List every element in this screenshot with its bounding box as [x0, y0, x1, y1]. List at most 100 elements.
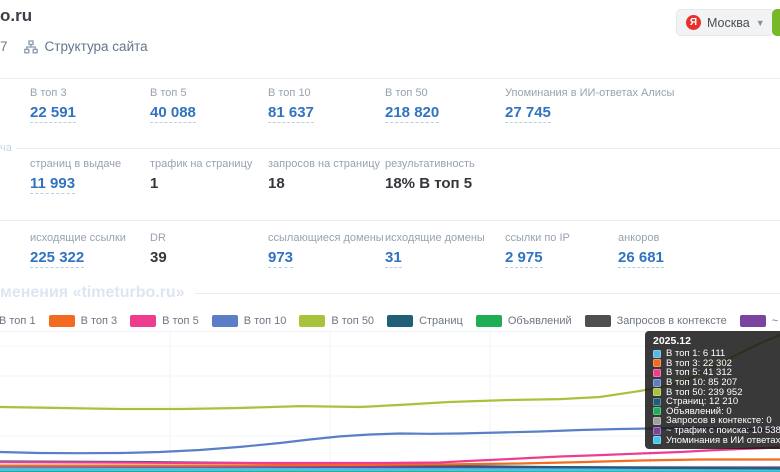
- tooltip-swatch: [653, 398, 661, 406]
- tooltip-swatch: [653, 417, 661, 425]
- legend-item[interactable]: Объявлений: [476, 315, 572, 327]
- stat-value[interactable]: 22 591: [30, 104, 76, 123]
- stat-value: 1: [150, 175, 158, 192]
- legend-label: Страниц: [419, 315, 463, 327]
- legend-swatch: [740, 315, 766, 327]
- stat-value: 18% В топ 5: [385, 175, 472, 192]
- structure-link-label: Структура сайта: [45, 39, 148, 54]
- legend-label: Объявлений: [508, 315, 572, 327]
- stat-card: В топ 3 22 591: [30, 87, 150, 123]
- tooltip-row: Упоминания в ИИ ответах Алисы: 25 1: [653, 435, 780, 445]
- stat-card: ссылающиеся домены973: [268, 232, 385, 268]
- stat-value[interactable]: 40 088: [150, 104, 196, 123]
- stat-value[interactable]: 225 322: [30, 249, 84, 268]
- stat-card: ссылки по IP 2 975: [505, 232, 618, 268]
- site-title: o.ru: [0, 6, 32, 26]
- stat-value[interactable]: 2 975: [505, 249, 543, 268]
- tooltip-swatch: [653, 427, 661, 435]
- legend-swatch: [476, 315, 502, 327]
- header-divider: [0, 78, 780, 79]
- stat-label: В топ 3: [30, 87, 150, 99]
- legend-item[interactable]: Страниц: [387, 315, 463, 327]
- stat-label: страниц в выдаче: [30, 158, 150, 170]
- stat-card: В топ 50218 820: [385, 87, 505, 123]
- stats-row-pages: страниц в выдаче 11 993 трафик на страницу…: [30, 158, 780, 194]
- divider-line: [16, 148, 780, 149]
- stat-label: запросов на страницу: [268, 158, 385, 170]
- legend-swatch: [130, 315, 156, 327]
- legend-label: В топ 1: [0, 315, 36, 327]
- stat-card: исходящие домены 31: [385, 232, 505, 268]
- stat-label: исходящие ссылки: [30, 232, 150, 244]
- legend-item[interactable]: ~ трафик с поиска: [740, 315, 780, 327]
- changes-section-header: менения «timeturbo.ru»: [0, 284, 780, 302]
- stat-card: страниц в выдаче 11 993: [30, 158, 150, 194]
- legend-item[interactable]: В топ 3: [49, 315, 118, 327]
- sitemap-icon: [24, 40, 38, 54]
- legend-item[interactable]: Запросов в контексте: [585, 315, 727, 327]
- stat-value[interactable]: 26 681: [618, 249, 664, 268]
- legend-item[interactable]: В топ 1: [0, 315, 36, 327]
- stat-label: анкоров: [618, 232, 780, 244]
- stat-value[interactable]: 27 745: [505, 104, 551, 123]
- changes-section-title: менения «timeturbo.ru»: [0, 284, 185, 302]
- section-label-partial: ча: [0, 143, 12, 154]
- stat-label: результативность: [385, 158, 505, 170]
- stat-label: Упоминания в ИИ-ответах Алисы: [505, 87, 618, 99]
- stat-label: ссылки по IP: [505, 232, 618, 244]
- region-selector-button[interactable]: Я Москва ▼: [676, 9, 775, 36]
- legend-label: Запросов в контексте: [617, 315, 727, 327]
- legend-swatch: [299, 315, 325, 327]
- stat-value: 39: [150, 249, 167, 266]
- legend-label: В топ 3: [81, 315, 118, 327]
- stat-value: 18: [268, 175, 285, 192]
- stat-label: DR: [150, 232, 268, 244]
- divider-line: [195, 293, 780, 294]
- chart-legend: В топ 1 В топ 3 В топ 5 В топ 10 В топ 50 Стр…: [0, 311, 780, 331]
- stat-value[interactable]: 81 637: [268, 104, 314, 123]
- chevron-down-icon: ▼: [756, 18, 765, 28]
- legend-label: В топ 10: [244, 315, 287, 327]
- tooltip-swatch: [653, 379, 661, 387]
- stat-card: В топ 5 40 088: [150, 87, 268, 123]
- stat-card: результативность 18% В топ 5: [385, 158, 505, 194]
- action-button-partial[interactable]: [772, 9, 780, 36]
- legend-label: ~ трафик с поиска: [772, 315, 780, 327]
- stat-card: DR 39: [150, 232, 268, 268]
- legend-swatch: [585, 315, 611, 327]
- yandex-icon: Я: [686, 15, 701, 30]
- section-divider-serp: ча: [0, 143, 780, 154]
- stat-card: запросов на страницу 18: [268, 158, 385, 194]
- legend-swatch: [49, 315, 75, 327]
- page: o.ru 7 Структура сайта Я Москва ▼ В топ …: [0, 0, 780, 472]
- section-divider-links: [0, 220, 780, 221]
- legend-label: В топ 50: [331, 315, 374, 327]
- region-label: Москва: [707, 16, 750, 30]
- stat-value[interactable]: 218 820: [385, 104, 439, 123]
- tooltip-swatch: [653, 369, 661, 377]
- tooltip-swatch: [653, 359, 661, 367]
- stat-card: В топ 10 81 637: [268, 87, 385, 123]
- site-structure-link[interactable]: Структура сайта: [24, 39, 148, 54]
- legend-item[interactable]: В топ 5: [130, 315, 199, 327]
- partial-stat-number: 7: [0, 39, 8, 54]
- tooltip-swatch: [653, 388, 661, 396]
- stat-card: исходящие ссылки 225 322: [30, 232, 150, 268]
- stat-label: исходящие домены: [385, 232, 505, 244]
- legend-item[interactable]: В топ 50: [299, 315, 374, 327]
- stats-row-links: исходящие ссылки 225 322 DR 39 ссылающиеся д…: [30, 232, 780, 268]
- legend-swatch: [387, 315, 413, 327]
- tooltip-text: Упоминания в ИИ ответах Алисы: 25 1: [666, 435, 780, 446]
- stat-card: трафик на страницу1: [150, 158, 268, 194]
- tooltip-swatch: [653, 407, 661, 415]
- header-sub-row: 7 Структура сайта: [0, 39, 148, 54]
- legend-item[interactable]: В топ 10: [212, 315, 287, 327]
- stat-value[interactable]: 31: [385, 249, 402, 268]
- stat-label: В топ 5: [150, 87, 268, 99]
- stat-card: Упоминания в ИИ-ответах Алисы 27 745: [505, 87, 618, 123]
- stat-label: В топ 10: [268, 87, 385, 99]
- legend-swatch: [212, 315, 238, 327]
- stat-value[interactable]: 973: [268, 249, 293, 268]
- stat-value[interactable]: 11 993: [30, 175, 75, 194]
- stats-row-positions: В топ 3 22 591 В топ 5 40 088 В топ 10 81 637…: [30, 87, 780, 123]
